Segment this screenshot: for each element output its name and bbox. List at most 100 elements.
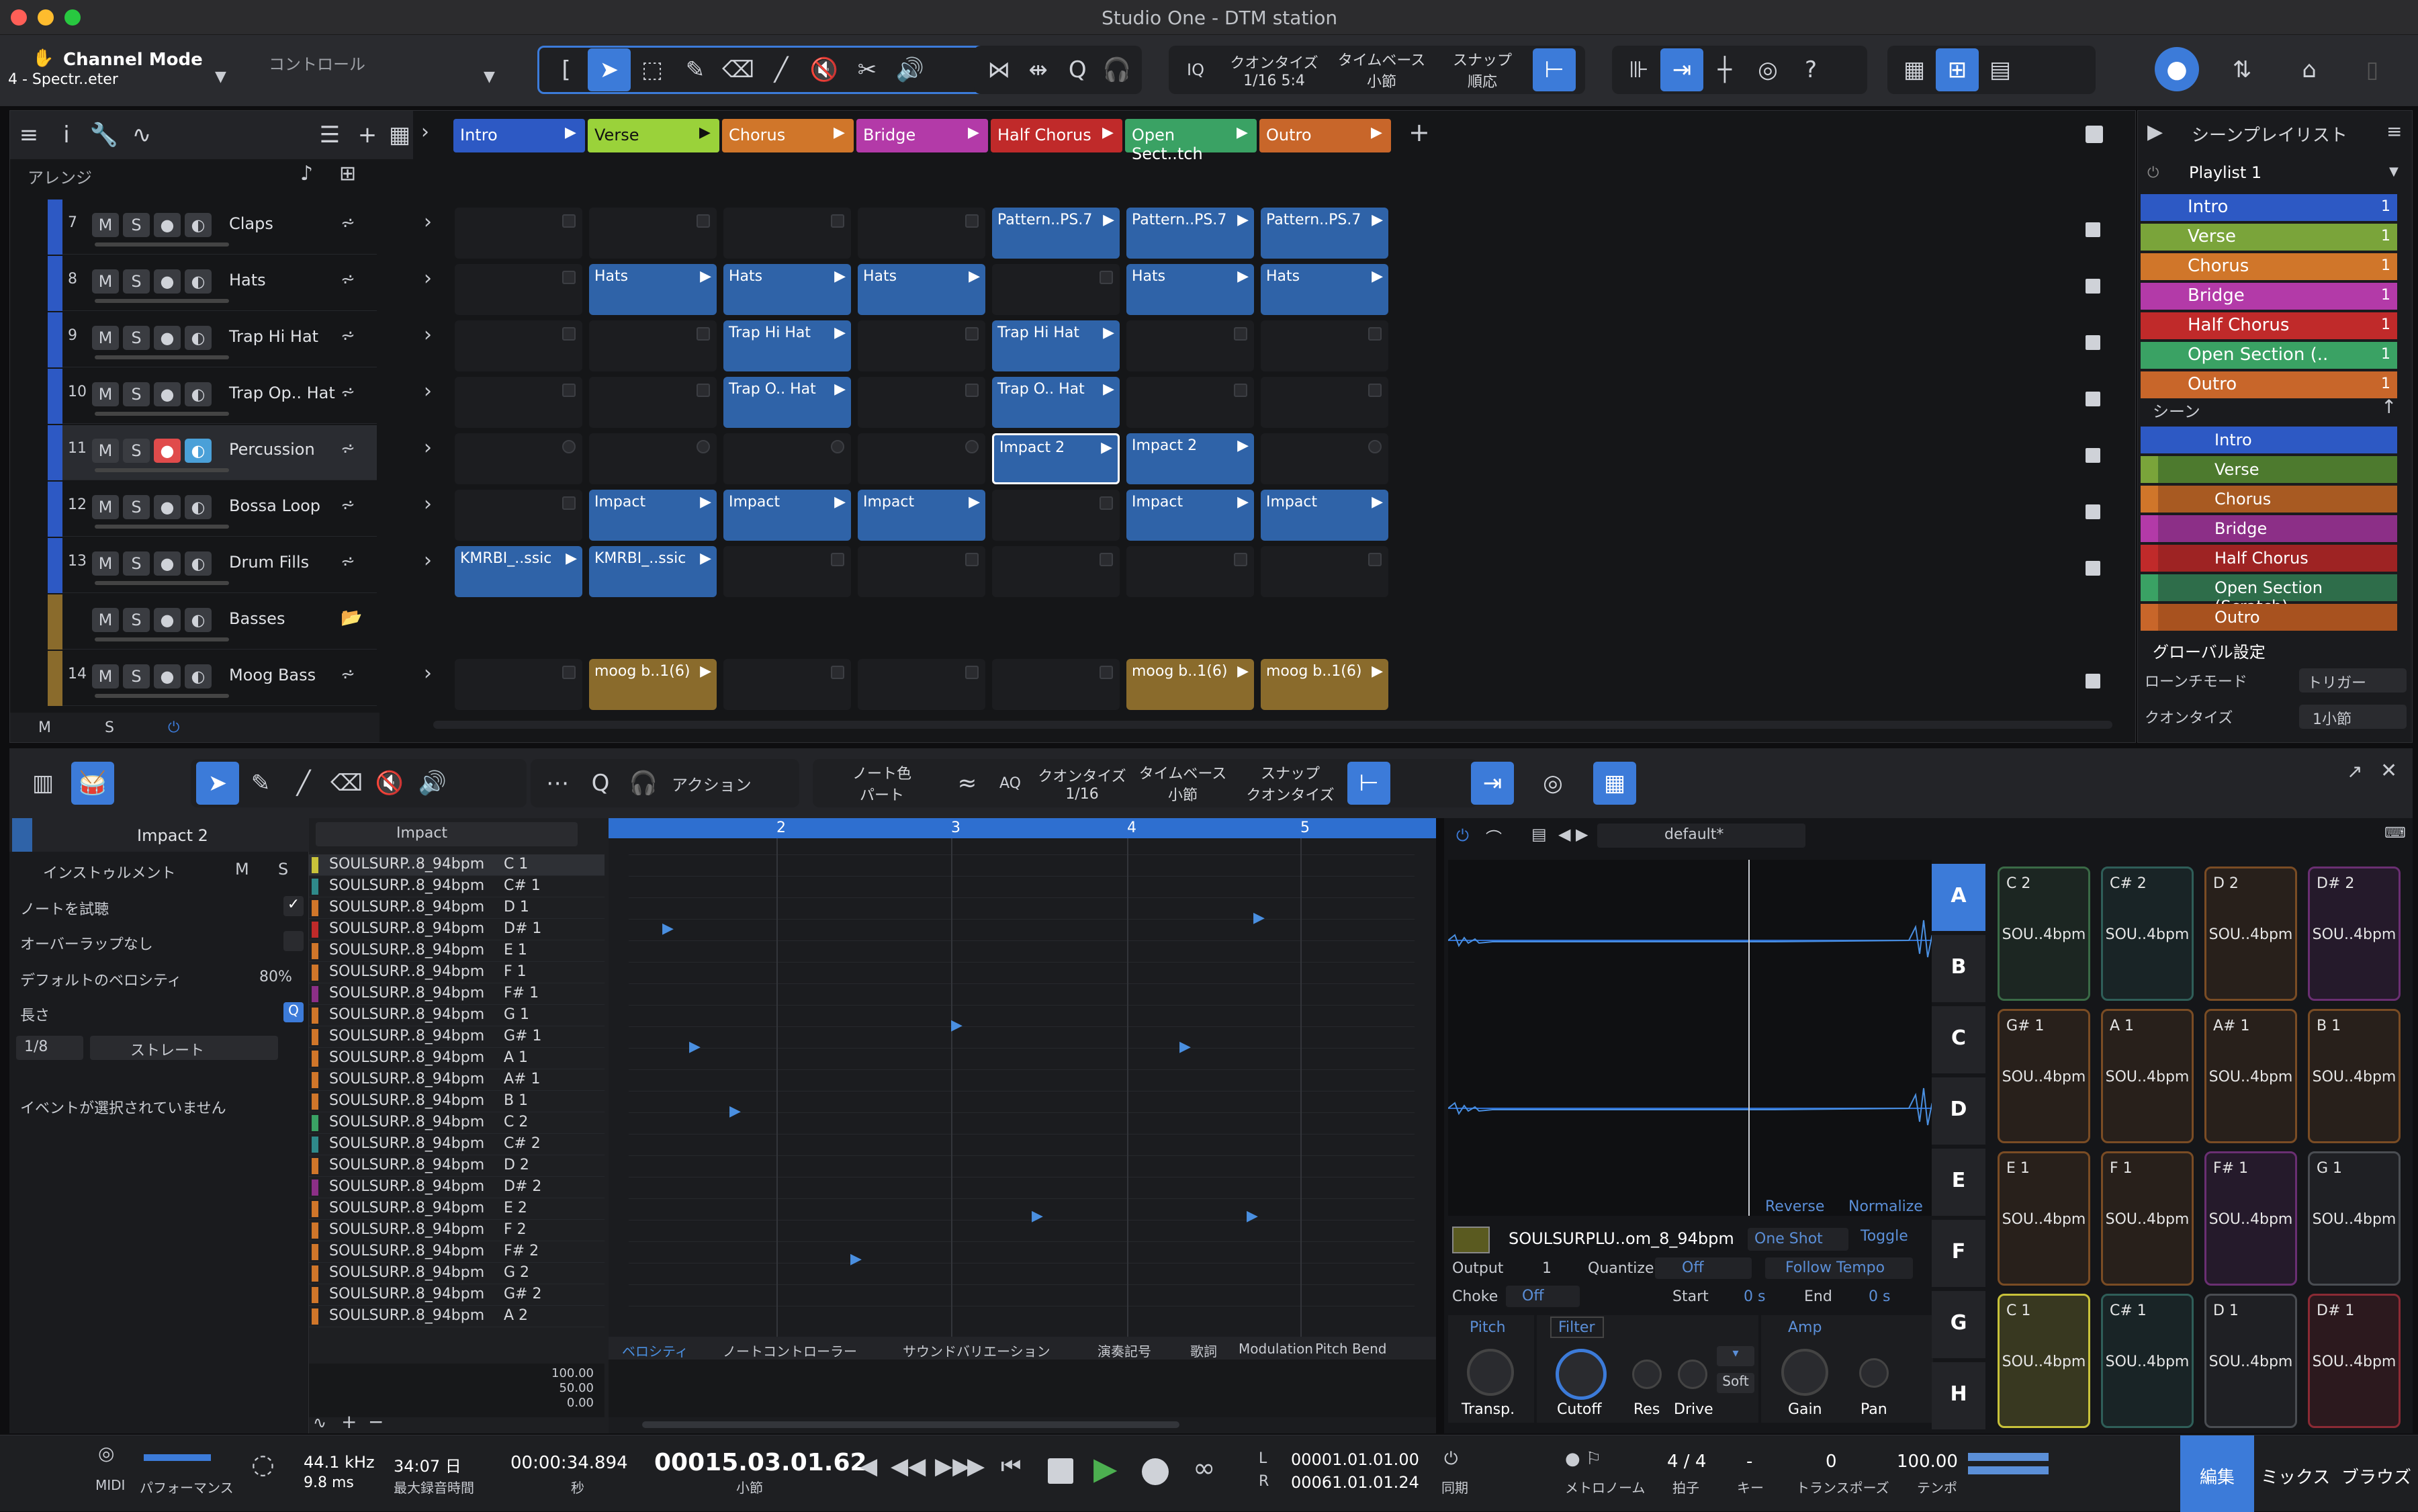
view-icon[interactable]: ▦ (1593, 762, 1636, 805)
empty-slot[interactable] (858, 433, 985, 484)
empty-slot[interactable] (1261, 377, 1388, 428)
empty-slot[interactable] (455, 264, 582, 315)
expand-icon[interactable]: ↗ (2347, 760, 2362, 783)
empty-slot[interactable] (589, 433, 717, 484)
chevron-down-icon[interactable]: ▼ (484, 69, 495, 85)
slot-stop-icon[interactable] (1368, 384, 1382, 397)
scene-item[interactable]: Outro (2141, 604, 2397, 631)
aq-icon[interactable]: AQ (989, 762, 1032, 805)
sync-icon[interactable]: ⏻ (1444, 1449, 1458, 1470)
clip-play-icon[interactable]: ▶ (1237, 268, 1249, 285)
empty-slot[interactable] (723, 546, 851, 597)
slot-stop-icon[interactable] (1100, 666, 1113, 679)
empty-slot[interactable] (858, 546, 985, 597)
clip[interactable]: Impact 2 ▶ (992, 433, 1120, 484)
cutoff-knob[interactable] (1556, 1349, 1607, 1400)
row-stop-icon[interactable] (2086, 222, 2100, 237)
note-icon[interactable]: ♪ (300, 162, 313, 185)
close-window-button[interactable] (11, 9, 27, 26)
solo-button[interactable]: S (123, 551, 150, 576)
empty-slot[interactable] (858, 208, 985, 259)
stretch-icon[interactable]: ⇹ (1019, 48, 1059, 91)
scene-launch-icon[interactable]: ▶ (968, 124, 979, 141)
monitor-button[interactable]: ◐ (185, 608, 212, 632)
scene-item[interactable]: Bridge (2141, 515, 2397, 542)
paint-tool-icon[interactable]: ╱ (760, 48, 803, 91)
drum-pad[interactable]: G 1 SOU..4bpm (2308, 1151, 2401, 1286)
clip[interactable]: Trap O.. Hat ▶ (723, 377, 851, 428)
sync-icon[interactable]: ⇅ (2221, 48, 2264, 91)
drum-pad[interactable]: A 1 SOU..4bpm (2101, 1009, 2194, 1143)
gain-knob[interactable] (1781, 1349, 1828, 1396)
h-scrollbar[interactable] (433, 721, 2112, 729)
video-icon[interactable]: ▦ (1893, 48, 1936, 91)
drum-pad[interactable]: F# 1 SOU..4bpm (2204, 1151, 2297, 1286)
record-arm-button[interactable]: ● (154, 382, 181, 406)
row-stop-icon[interactable] (2086, 279, 2100, 294)
mute-tool-icon[interactable]: 🔇 (368, 762, 411, 805)
key-row[interactable]: SOULSURP..8_94bpm G# 2 (309, 1284, 604, 1306)
slot-stop-icon[interactable] (965, 666, 979, 679)
key-row[interactable]: SOULSURP..8_94bpm G 2 (309, 1263, 604, 1284)
wrench-icon[interactable]: 🔧 (85, 114, 123, 157)
quantize-select[interactable]: Off (1655, 1257, 1752, 1279)
slot-stop-icon[interactable] (1234, 327, 1247, 341)
length-quantize-icon[interactable]: Q (283, 1002, 304, 1022)
clip-play-icon[interactable]: ▶ (1237, 494, 1249, 510)
preset-select[interactable]: default* (1597, 824, 1805, 848)
empty-slot[interactable] (723, 659, 851, 710)
monitor-button[interactable]: ◐ (185, 213, 212, 237)
drum-pad[interactable]: F 1 SOU..4bpm (2101, 1151, 2194, 1286)
slot-stop-icon[interactable] (562, 496, 576, 510)
clip[interactable]: Hats ▶ (723, 264, 851, 315)
preset-icon[interactable]: ▤ (1531, 825, 1547, 844)
slot-stop-icon[interactable] (831, 440, 844, 453)
solo-button[interactable]: S (123, 326, 150, 350)
chevron-down-icon[interactable]: ▼ (2389, 165, 2399, 179)
mute-button[interactable]: M (92, 439, 119, 463)
playlist-name[interactable]: Playlist 1 (2189, 163, 2262, 182)
res-knob[interactable] (1632, 1360, 1662, 1389)
eraser-tool-icon[interactable]: ⌫ (717, 48, 760, 91)
footer-solo[interactable]: S (105, 719, 114, 736)
slot-stop-icon[interactable] (1234, 384, 1247, 397)
automation-icon[interactable]: ∿ (123, 114, 161, 157)
track-row[interactable]: M S ● ◐ Basses 📂 (48, 594, 377, 650)
clip-play-icon[interactable]: ▶ (969, 268, 980, 285)
clip-play-icon[interactable]: ▶ (1372, 268, 1383, 285)
track-row[interactable]: 8 M S ● ◐ Hats ⩫ (48, 256, 377, 311)
mute-button[interactable]: M (92, 213, 119, 237)
scene-launch-icon[interactable]: ▶ (1237, 124, 1248, 141)
layout-icon[interactable]: ▤ (1979, 48, 2022, 91)
record-arm-button[interactable]: ● (154, 608, 181, 632)
drum-pad[interactable]: D 1 SOU..4bpm (2204, 1294, 2297, 1428)
instrument-icon[interactable]: ⩫ (341, 551, 355, 572)
no-overlap-checkbox[interactable] (283, 931, 304, 951)
iq-icon[interactable]: IQ (1174, 48, 1217, 91)
clip-play-icon[interactable]: ▶ (1372, 494, 1383, 510)
clip[interactable]: Impact ▶ (1126, 490, 1254, 541)
key-row[interactable]: SOULSURP..8_94bpm G 1 (309, 1005, 604, 1026)
clip-play-icon[interactable]: ▶ (700, 663, 711, 680)
key-value[interactable]: - (1746, 1452, 1752, 1472)
clip[interactable]: Hats ▶ (1126, 264, 1254, 315)
slot-stop-icon[interactable] (965, 440, 979, 453)
empty-slot[interactable] (455, 433, 582, 484)
empty-slot[interactable] (992, 659, 1120, 710)
volume-slider[interactable] (95, 242, 229, 247)
lane-tab[interactable]: ベロシティ (622, 1341, 688, 1360)
slot-stop-icon[interactable] (562, 271, 576, 284)
slot-stop-icon[interactable] (1100, 271, 1113, 284)
monitor-button[interactable]: ◐ (185, 439, 212, 463)
lane-tab[interactable]: ノートコントローラー (723, 1341, 857, 1360)
clip[interactable]: Impact ▶ (858, 490, 985, 541)
key-row[interactable]: SOULSURP..8_94bpm B 1 (309, 1091, 604, 1112)
clip[interactable]: Impact ▶ (1261, 490, 1388, 541)
seconds-display[interactable]: 00:00:34.894 (510, 1453, 628, 1473)
slot-stop-icon[interactable] (697, 214, 710, 228)
slot-stop-icon[interactable] (831, 553, 844, 566)
channel-select[interactable]: 4 - Spectr..eter (8, 71, 118, 88)
row-launch-arrow-icon[interactable]: › (424, 323, 432, 347)
empty-slot[interactable] (858, 377, 985, 428)
row-launch-arrow-icon[interactable]: › (424, 436, 432, 459)
